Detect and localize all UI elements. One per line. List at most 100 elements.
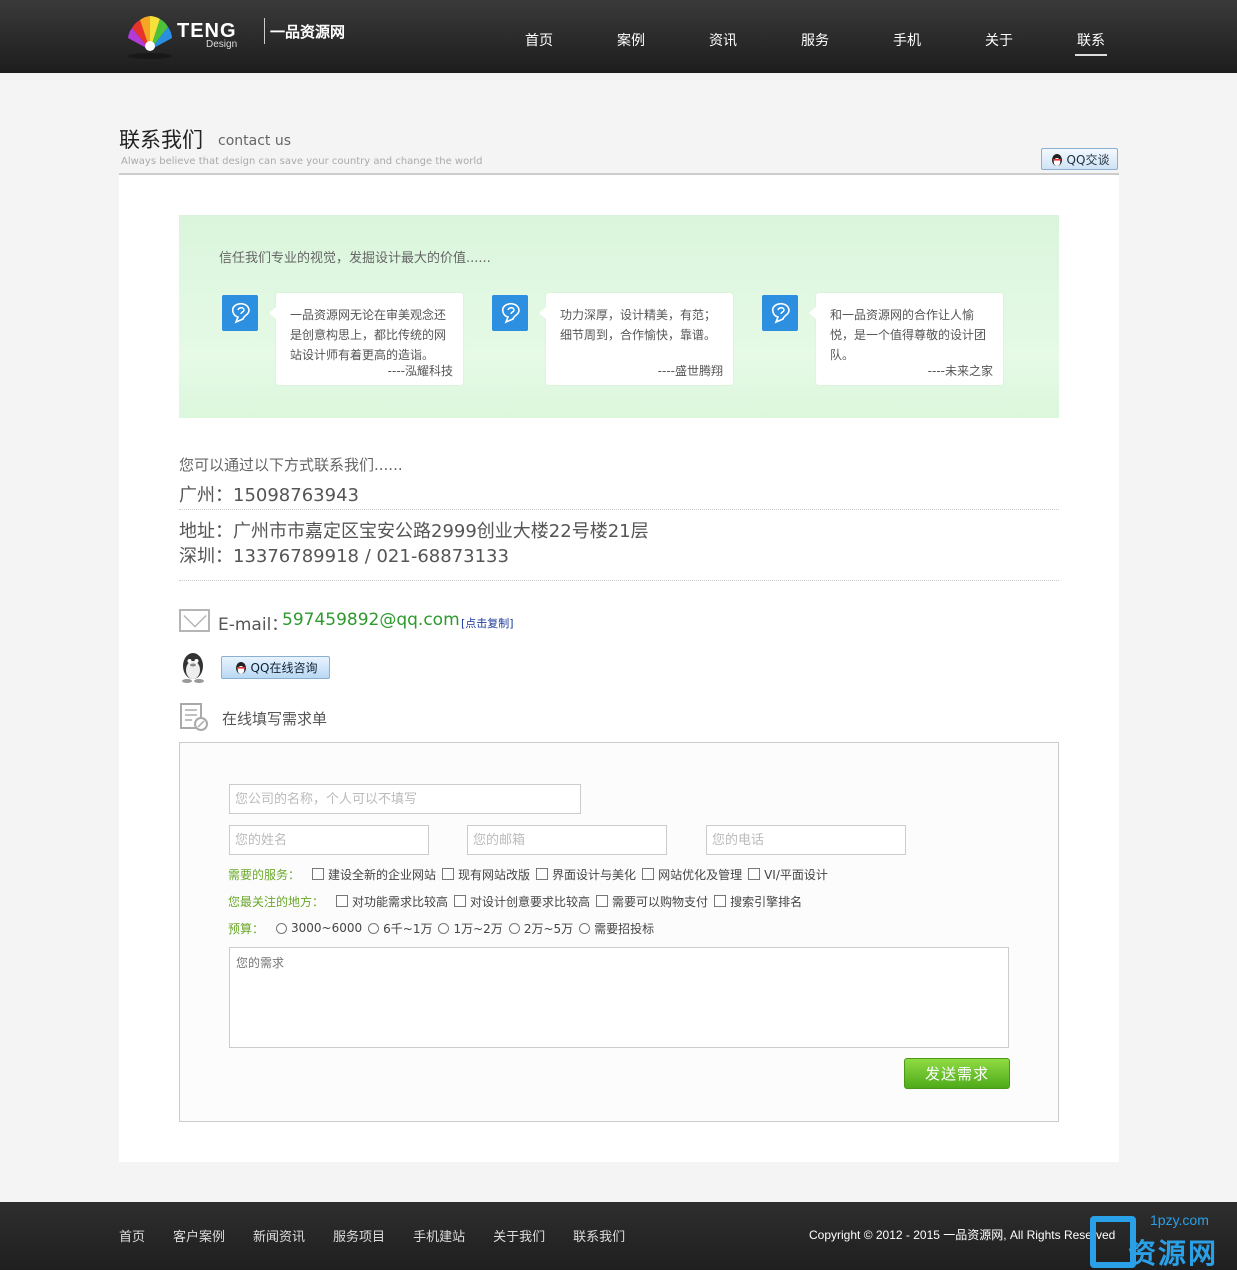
watermark-logo: 1pzy.com 资源网 — [1030, 1208, 1237, 1270]
qq-penguin-icon — [235, 662, 246, 674]
focus-checkbox[interactable] — [714, 895, 727, 907]
budget-option: 1万~2万 — [453, 921, 503, 936]
qq-talk-label: QQ交谈 — [1066, 152, 1110, 167]
testimonial-author: ----未来之家 — [927, 364, 993, 378]
budget-option: 2万~5万 — [523, 921, 574, 936]
page-title-english: contact us — [218, 133, 292, 149]
nav-item-contact[interactable]: 联系 — [1045, 0, 1137, 73]
qq-talk-button[interactable]: QQ交谈 — [1041, 148, 1118, 170]
focus-option: 搜索引擎排名 — [730, 894, 803, 909]
main-nav: 首页 案例 资讯 服务 手机 关于 联系 — [493, 0, 1137, 73]
service-checkbox[interactable] — [642, 868, 655, 880]
email-link[interactable]: 597459892@qq.com — [282, 610, 460, 630]
email-input[interactable] — [467, 825, 667, 855]
watermark-text: 资源网 — [1128, 1237, 1219, 1270]
phone-input[interactable] — [706, 825, 906, 855]
testimonials-panel: 信任我们专业的视觉，发掘设计最大的价值...... 一品资源网无论在审美观念还是… — [179, 215, 1059, 418]
divider — [179, 580, 1059, 581]
focus-checkbox[interactable] — [336, 895, 349, 907]
budget-radio[interactable] — [368, 922, 380, 934]
budget-row: 预算： 3000~6000 6千~1万 1万~2万 2万~5万 需要招投标 — [228, 920, 656, 936]
focus-row: 您最关注的地方： 对功能需求比较高 对设计创意要求比较高 需要可以购物支付 搜索… — [228, 893, 804, 909]
focus-checkbox[interactable] — [596, 895, 609, 907]
requirement-form: 需要的服务： 建设全新的企业网站 现有网站改版 界面设计与美化 网站优化及管理 … — [179, 742, 1059, 1122]
budget-radio[interactable] — [276, 922, 288, 934]
focus-option: 对设计创意要求比较高 — [470, 894, 591, 909]
qq-online-consult-button[interactable]: QQ在线咨询 — [221, 656, 330, 679]
service-option: 建设全新的企业网站 — [328, 867, 437, 882]
footer-link-contact[interactable]: 联系我们 — [573, 1226, 625, 1245]
page-title: 联系我们 — [119, 128, 203, 152]
peacock-logo-icon — [128, 16, 172, 59]
budget-radio[interactable] — [508, 922, 520, 934]
nav-item-news[interactable]: 资讯 — [677, 0, 769, 73]
service-option: 界面设计与美化 — [552, 867, 637, 882]
service-option: 网站优化及管理 — [658, 867, 743, 882]
contact-card: 信任我们专业的视觉，发掘设计最大的价值...... 一品资源网无论在审美观念还是… — [119, 175, 1119, 1162]
logo-divider — [264, 18, 265, 44]
footer-link-mobile[interactable]: 手机建站 — [413, 1226, 465, 1245]
ear-icon — [762, 295, 798, 331]
services-row: 需要的服务： 建设全新的企业网站 现有网站改版 界面设计与美化 网站优化及管理 … — [228, 866, 830, 882]
page-tagline: Always believe that design can save your… — [121, 156, 483, 167]
service-checkbox[interactable] — [312, 868, 325, 880]
site-header: TENG Design 一品资源网 首页 案例 资讯 服务 手机 关于 联系 — [0, 0, 1237, 73]
focus-option: 对功能需求比较高 — [352, 894, 449, 909]
footer-link-home[interactable]: 首页 — [119, 1226, 145, 1245]
testimonial-text: 一品资源网无论在审美观念还是创意构思上，都比传统的网站设计师有着更高的造诣。 — [290, 308, 447, 362]
testimonial-author: ----盛世腾翔 — [657, 364, 723, 378]
budget-radio[interactable] — [438, 922, 450, 934]
email-label: E-mail： — [218, 615, 289, 635]
budget-option: 3000~6000 — [291, 921, 363, 935]
form-document-icon — [180, 703, 208, 731]
company-input[interactable] — [229, 784, 581, 814]
service-option: 现有网站改版 — [458, 867, 531, 882]
site-logo[interactable]: TENG Design 一品资源网 — [122, 8, 352, 64]
service-checkbox[interactable] — [748, 868, 761, 880]
focus-label: 您最关注的地方： — [228, 894, 325, 909]
nav-item-services[interactable]: 服务 — [769, 0, 861, 73]
nav-item-cases[interactable]: 案例 — [585, 0, 677, 73]
address: 地址：广州市市嘉定区宝安公路2999创业大楼22号楼21层 — [179, 521, 649, 542]
budget-label: 预算： — [228, 921, 265, 936]
form-heading: 在线填写需求单 — [222, 710, 328, 728]
needs-textarea[interactable] — [229, 947, 1009, 1048]
budget-option: 需要招投标 — [594, 921, 655, 936]
logo-site-name: 一品资源网 — [270, 23, 346, 41]
nav-item-home[interactable]: 首页 — [493, 0, 585, 73]
nav-item-about[interactable]: 关于 — [953, 0, 1045, 73]
focus-option: 需要可以购物支付 — [612, 894, 709, 909]
testimonials-intro: 信任我们专业的视觉，发掘设计最大的价值...... — [219, 251, 491, 266]
testimonial-author: ----泓耀科技 — [387, 364, 453, 378]
footer-link-news[interactable]: 新闻资讯 — [253, 1226, 305, 1245]
testimonial-bubble: 功力深厚，设计精美，有范；细节周到，合作愉快，靠谱。 ----盛世腾翔 — [539, 293, 733, 385]
shenzhen-phone: 深圳：13376789918 / 021-68873133 — [179, 546, 509, 567]
services-label: 需要的服务： — [228, 867, 301, 882]
testimonial-text: 和一品资源网的合作让人愉悦，是一个值得尊敬的设计团队。 — [830, 308, 987, 362]
service-option: VI/平面设计 — [764, 867, 828, 882]
service-checkbox[interactable] — [442, 868, 455, 880]
envelope-icon — [179, 609, 210, 632]
ear-icon — [492, 295, 528, 331]
service-checkbox[interactable] — [536, 868, 549, 880]
testimonial-bubble: 和一品资源网的合作让人愉悦，是一个值得尊敬的设计团队。 ----未来之家 — [809, 293, 1003, 385]
send-request-button[interactable]: 发送需求 — [904, 1058, 1010, 1089]
guangzhou-phone: 广州：15098763943 — [179, 485, 359, 506]
budget-radio[interactable] — [579, 922, 591, 934]
nav-item-mobile[interactable]: 手机 — [861, 0, 953, 73]
budget-option: 6千~1万 — [383, 921, 433, 936]
copy-email-link[interactable]: [点击复制] — [461, 615, 514, 631]
logo-subtitle: Design — [206, 39, 238, 50]
divider — [179, 509, 1059, 510]
footer-link-services[interactable]: 服务项目 — [333, 1226, 385, 1245]
site-footer: 首页 客户案例 新闻资讯 服务项目 手机建站 关于我们 联系我们 Copyrig… — [0, 1202, 1237, 1270]
testimonial-bubble: 一品资源网无论在审美观念还是创意构思上，都比传统的网站设计师有着更高的造诣。 -… — [269, 293, 463, 385]
name-input[interactable] — [229, 825, 429, 855]
focus-checkbox[interactable] — [454, 895, 467, 907]
footer-link-cases[interactable]: 客户案例 — [173, 1226, 225, 1245]
contact-intro: 您可以通过以下方式联系我们...... — [179, 456, 403, 474]
testimonial-text: 功力深厚，设计精美，有范；细节周到，合作愉快，靠谱。 — [560, 308, 717, 342]
footer-link-about[interactable]: 关于我们 — [493, 1226, 545, 1245]
ear-icon — [222, 295, 258, 331]
watermark-url: 1pzy.com — [1150, 1212, 1209, 1228]
